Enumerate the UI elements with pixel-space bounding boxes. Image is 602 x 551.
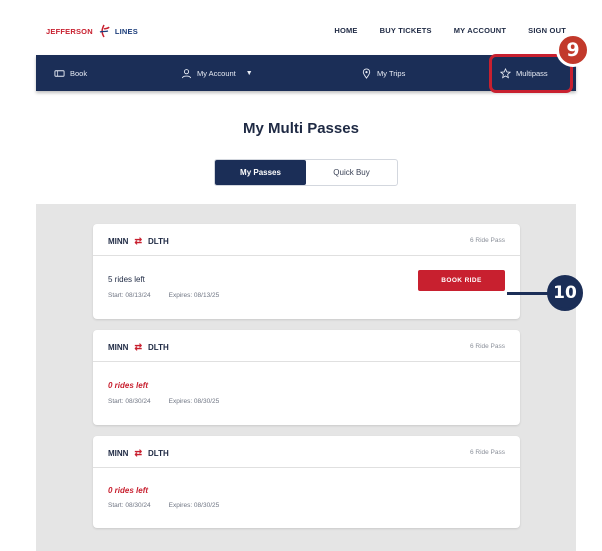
destination-code: DLTH <box>148 449 169 458</box>
nav-item-my-trips-label: My Trips <box>377 68 406 78</box>
step-badge-9: 9 <box>556 33 590 67</box>
pass-view-toggle: My Passes Quick Buy <box>214 159 398 186</box>
pass-dates: Start: 08/13/24 Expires: 08/13/25 <box>108 292 219 299</box>
pass-card: MINN ⇄ DLTH 6 Ride Pass 0 rides left Sta… <box>93 330 520 425</box>
route: MINN ⇄ DLTH <box>108 448 169 459</box>
destination-code: DLTH <box>148 237 169 246</box>
top-nav-my-account[interactable]: MY ACCOUNT <box>454 26 506 35</box>
pass-card-header: MINN ⇄ DLTH 6 Ride Pass <box>93 330 520 362</box>
top-bar: JEFFERSON LINES HOME BUY TICKETS MY ACCO… <box>0 0 602 55</box>
page-title: My Multi Passes <box>243 120 359 137</box>
pass-dates: Start: 08/30/24 Expires: 08/30/25 <box>108 398 219 405</box>
expires-date: Expires: 08/30/25 <box>168 398 220 405</box>
rides-left: 5 rides left <box>108 275 145 284</box>
book-ride-button[interactable]: BOOK RIDE <box>418 270 505 291</box>
tab-my-passes[interactable]: My Passes <box>215 160 306 185</box>
tab-quick-buy[interactable]: Quick Buy <box>306 160 397 185</box>
page: JEFFERSON LINES HOME BUY TICKETS MY ACCO… <box>0 0 602 551</box>
callout-line <box>507 292 549 295</box>
destination-code: DLTH <box>148 343 169 352</box>
rides-left: 0 rides left <box>108 486 149 495</box>
nav-item-my-trips[interactable]: My Trips <box>361 55 405 91</box>
swap-arrows-icon: ⇄ <box>134 236 142 246</box>
start-date: Start: 08/30/24 <box>108 398 151 405</box>
start-date: Start: 08/30/24 <box>108 502 151 509</box>
user-icon <box>181 68 192 78</box>
top-nav-buy-tickets[interactable]: BUY TICKETS <box>380 26 432 35</box>
swap-arrows-icon: ⇄ <box>134 448 142 458</box>
nav-item-book-label: Book <box>70 68 88 78</box>
pass-card: MINN ⇄ DLTH 6 Ride Pass 0 rides left Sta… <box>93 436 520 528</box>
brand-name-right: LINES <box>114 26 138 36</box>
origin-code: MINN <box>108 343 129 352</box>
origin-code: MINN <box>108 449 129 458</box>
brand-name-left: JEFFERSON <box>46 26 93 36</box>
pass-card: MINN ⇄ DLTH 6 Ride Pass 5 rides left Sta… <box>93 224 520 319</box>
nav-item-my-account[interactable]: My Account ▼ <box>181 55 253 91</box>
rides-left: 0 rides left <box>108 381 149 390</box>
pass-type: 6 Ride Pass <box>469 237 505 244</box>
pass-card-header: MINN ⇄ DLTH 6 Ride Pass <box>93 436 520 468</box>
brand-logo[interactable]: JEFFERSON LINES <box>46 23 138 39</box>
location-pin-icon <box>362 68 371 79</box>
expires-date: Expires: 08/30/25 <box>168 502 220 509</box>
expires-date: Expires: 08/13/25 <box>168 292 220 299</box>
start-date: Start: 08/13/24 <box>108 292 151 299</box>
nav-item-book[interactable]: Book <box>54 55 87 91</box>
chevron-down-icon: ▼ <box>245 69 253 77</box>
route: MINN ⇄ DLTH <box>108 342 169 353</box>
pass-type: 6 Ride Pass <box>469 343 505 350</box>
top-nav-home[interactable]: HOME <box>334 26 357 35</box>
ticket-icon <box>54 69 65 77</box>
nav-item-my-account-label: My Account <box>197 68 236 78</box>
pass-card-header: MINN ⇄ DLTH 6 Ride Pass <box>93 224 520 256</box>
logo-figure-icon <box>99 24 110 38</box>
step-badge-10: 10 <box>547 275 583 311</box>
top-nav: HOME BUY TICKETS MY ACCOUNT SIGN OUT <box>334 26 566 35</box>
origin-code: MINN <box>108 237 129 246</box>
swap-arrows-icon: ⇄ <box>134 342 142 352</box>
route: MINN ⇄ DLTH <box>108 236 169 247</box>
pass-type: 6 Ride Pass <box>469 449 505 456</box>
top-nav-sign-out[interactable]: SIGN OUT <box>528 26 566 35</box>
pass-dates: Start: 08/30/24 Expires: 08/30/25 <box>108 502 219 509</box>
